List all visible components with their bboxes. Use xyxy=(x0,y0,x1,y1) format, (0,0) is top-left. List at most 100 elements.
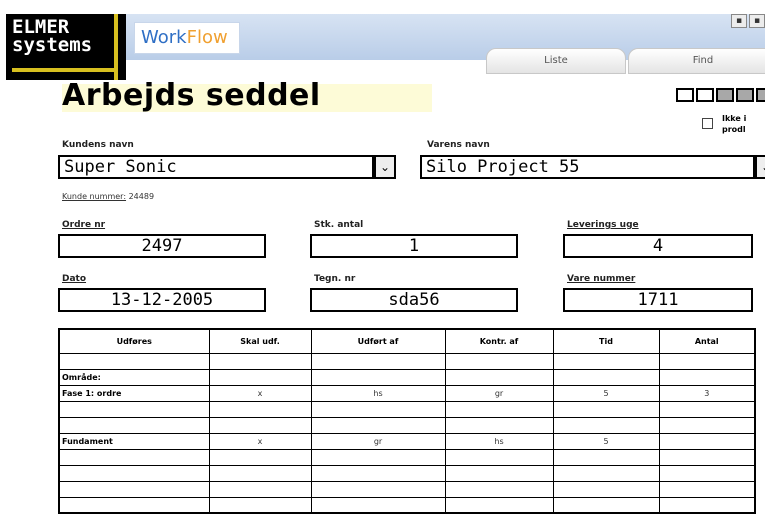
customer-name-field[interactable]: Super Sonic xyxy=(58,155,374,179)
table-cell[interactable] xyxy=(58,448,210,466)
table-cell[interactable] xyxy=(208,464,312,482)
table-cell[interactable] xyxy=(444,416,554,434)
table-row: Område: xyxy=(58,368,756,386)
table-cell[interactable] xyxy=(310,416,446,434)
table-cell[interactable] xyxy=(658,496,756,514)
table-cell[interactable] xyxy=(310,496,446,514)
table-cell[interactable]: x xyxy=(208,384,312,402)
table-cell[interactable] xyxy=(58,464,210,482)
not-in-production-label-line2: prodl xyxy=(722,125,746,134)
table-cell[interactable] xyxy=(444,480,554,498)
drawing-no-field[interactable]: sda56 xyxy=(310,288,518,312)
table-cell[interactable] xyxy=(444,368,554,386)
table-cell[interactable] xyxy=(552,464,660,482)
table-cell[interactable]: 3 xyxy=(658,384,756,402)
table-cell[interactable]: gr xyxy=(444,384,554,402)
table-row: Fundament x gr hs 5 xyxy=(58,432,756,450)
minimize-button[interactable]: ▪ xyxy=(731,14,747,28)
status-box xyxy=(756,88,765,102)
date-field[interactable]: 13-12-2005 xyxy=(58,288,266,312)
table-cell[interactable] xyxy=(444,496,554,514)
table-cell[interactable]: Område: xyxy=(58,368,210,386)
table-cell[interactable] xyxy=(658,448,756,466)
table-cell[interactable]: gr xyxy=(310,432,446,450)
item-name-field[interactable]: Silo Project 55 xyxy=(420,155,755,179)
table-cell[interactable] xyxy=(444,352,554,370)
table-cell[interactable] xyxy=(552,416,660,434)
table-cell[interactable] xyxy=(552,480,660,498)
table-cell[interactable] xyxy=(552,368,660,386)
table-cell[interactable] xyxy=(208,352,312,370)
table-cell[interactable]: 5 xyxy=(552,432,660,450)
quantity-field[interactable]: 1 xyxy=(310,234,518,258)
table-cell[interactable] xyxy=(552,448,660,466)
status-box xyxy=(676,88,694,102)
table-cell[interactable] xyxy=(58,480,210,498)
table-cell[interactable] xyxy=(58,416,210,434)
date-label[interactable]: Dato xyxy=(62,274,86,284)
item-number-label[interactable]: Vare nummer xyxy=(567,274,635,284)
table-cell[interactable] xyxy=(658,352,756,370)
table-cell[interactable] xyxy=(58,352,210,370)
not-in-production-checkbox[interactable] xyxy=(702,118,713,129)
chevron-down-icon: ⌄ xyxy=(761,160,765,174)
table-cell[interactable] xyxy=(444,464,554,482)
chevron-down-icon: ⌄ xyxy=(379,160,391,174)
table-cell[interactable] xyxy=(58,400,210,418)
table-cell[interactable] xyxy=(208,368,312,386)
status-indicator xyxy=(676,88,765,102)
column-header: Tid xyxy=(552,328,660,354)
table-cell[interactable] xyxy=(310,448,446,466)
table-header-row: Udføres Skal udf. Udført af Kontr. af Ti… xyxy=(58,328,756,354)
table-cell[interactable] xyxy=(552,400,660,418)
delivery-week-field[interactable]: 4 xyxy=(563,234,753,258)
tab-find[interactable]: Find xyxy=(628,48,765,74)
column-header: Kontr. af xyxy=(444,328,554,354)
table-cell[interactable]: Fase 1: ordre xyxy=(58,384,210,402)
nav-tabs: Liste Find xyxy=(486,48,765,74)
logo-divider xyxy=(114,14,118,80)
table-cell[interactable] xyxy=(552,496,660,514)
table-cell[interactable] xyxy=(552,352,660,370)
order-no-field[interactable]: 2497 xyxy=(58,234,266,258)
table-cell[interactable] xyxy=(58,496,210,514)
table-cell[interactable] xyxy=(310,368,446,386)
table-cell[interactable] xyxy=(310,352,446,370)
table-cell[interactable] xyxy=(658,368,756,386)
table-cell[interactable] xyxy=(208,416,312,434)
table-row xyxy=(58,448,756,466)
table-cell[interactable]: 5 xyxy=(552,384,660,402)
table-cell[interactable] xyxy=(658,416,756,434)
table-cell[interactable]: hs xyxy=(310,384,446,402)
customer-name-label: Kundens navn xyxy=(62,140,134,150)
maximize-button[interactable]: ▪ xyxy=(749,14,765,28)
elmer-systems-logo: ELMER systems xyxy=(6,14,126,80)
table-cell[interactable] xyxy=(208,496,312,514)
table-cell[interactable] xyxy=(658,432,756,450)
item-number-field[interactable]: 1711 xyxy=(563,288,753,312)
table-cell[interactable] xyxy=(310,464,446,482)
table-cell[interactable] xyxy=(208,480,312,498)
table-cell[interactable] xyxy=(658,400,756,418)
customer-number: Kunde nummer: 24489 xyxy=(62,192,154,201)
table-cell[interactable] xyxy=(310,480,446,498)
delivery-week-label[interactable]: Leverings uge xyxy=(567,220,639,230)
tab-liste[interactable]: Liste xyxy=(486,48,626,74)
table-cell[interactable] xyxy=(310,400,446,418)
table-cell[interactable] xyxy=(444,400,554,418)
table-cell[interactable]: hs xyxy=(444,432,554,450)
customer-dropdown-button[interactable]: ⌄ xyxy=(374,155,396,179)
table-cell[interactable] xyxy=(658,480,756,498)
table-cell[interactable] xyxy=(658,464,756,482)
table-cell[interactable] xyxy=(444,448,554,466)
table-cell[interactable] xyxy=(208,448,312,466)
table-cell[interactable]: Fundament xyxy=(58,432,210,450)
item-dropdown-button[interactable]: ⌄ xyxy=(755,155,765,179)
table-cell[interactable]: x xyxy=(208,432,312,450)
column-header: Udført af xyxy=(310,328,446,354)
order-no-label[interactable]: Ordre nr xyxy=(62,220,105,230)
customer-number-label[interactable]: Kunde nummer: xyxy=(62,192,126,201)
app-name-part2: Flow xyxy=(186,27,228,48)
table-row xyxy=(58,496,756,514)
table-cell[interactable] xyxy=(208,400,312,418)
